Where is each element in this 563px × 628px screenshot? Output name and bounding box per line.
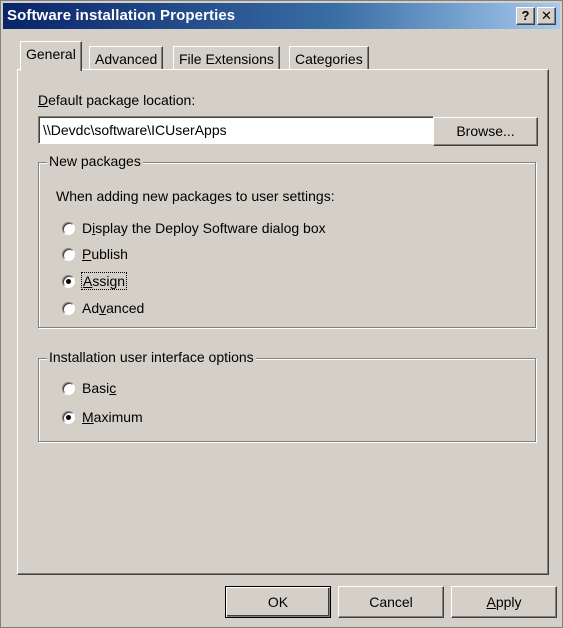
general-tab-panel: Default package location: \\Devdc\softwa… bbox=[17, 69, 549, 575]
cancel-button-label: Cancel bbox=[369, 594, 413, 610]
properties-dialog: Software installation Properties ? ✕ Gen… bbox=[0, 0, 563, 628]
ui-options-group: Installation user interface options Basi… bbox=[38, 349, 536, 442]
radio-display-deploy-dialog-label: Display the Deploy Software dialog box bbox=[82, 220, 326, 236]
radio-maximum-label: Maximum bbox=[82, 409, 143, 425]
new-packages-title: New packages bbox=[47, 153, 143, 169]
radio-publish-button[interactable] bbox=[62, 248, 75, 261]
radio-basic-label: Basic bbox=[82, 380, 117, 396]
window-title: Software installation Properties bbox=[7, 7, 236, 24]
browse-button[interactable]: Browse... bbox=[433, 117, 538, 146]
close-button[interactable]: ✕ bbox=[537, 7, 556, 25]
radio-display-deploy-dialog-button[interactable] bbox=[62, 222, 75, 235]
ok-button[interactable]: OK bbox=[225, 586, 331, 618]
package-location-value: \\Devdc\software\ICUserApps bbox=[43, 122, 227, 138]
apply-button[interactable]: Apply bbox=[451, 586, 557, 618]
ok-button-label: OK bbox=[267, 594, 289, 610]
apply-button-label: Apply bbox=[486, 594, 522, 610]
tab-general-label: General bbox=[26, 46, 76, 62]
radio-publish-label: Publish bbox=[82, 246, 128, 262]
tab-file-extensions-label: File Extensions bbox=[179, 51, 274, 67]
title-bar[interactable]: Software installation Properties ? ✕ bbox=[3, 3, 560, 29]
tab-advanced-label: Advanced bbox=[95, 51, 158, 67]
radio-advanced-button[interactable] bbox=[62, 302, 75, 315]
radio-maximum-button[interactable] bbox=[62, 411, 75, 424]
new-packages-prompt: When adding new packages to user setting… bbox=[56, 188, 335, 204]
new-packages-group: New packages When adding new packages to… bbox=[38, 153, 536, 328]
close-icon: ✕ bbox=[541, 8, 552, 23]
radio-assign-button[interactable] bbox=[62, 275, 75, 288]
radio-assign-label: Assign bbox=[80, 272, 128, 290]
ui-options-title: Installation user interface options bbox=[47, 349, 256, 365]
tab-categories-label: Categories bbox=[295, 51, 363, 67]
package-location-input[interactable]: \\Devdc\software\ICUserApps bbox=[38, 116, 434, 144]
help-button[interactable]: ? bbox=[516, 7, 535, 25]
help-icon: ? bbox=[521, 8, 530, 23]
browse-button-label: Browse... bbox=[456, 123, 515, 139]
tab-general[interactable]: General bbox=[20, 41, 82, 71]
radio-advanced-label: Advanced bbox=[82, 300, 145, 316]
location-label: Default package location: bbox=[38, 92, 196, 108]
radio-basic-button[interactable] bbox=[62, 382, 75, 395]
cancel-button[interactable]: Cancel bbox=[338, 586, 444, 618]
